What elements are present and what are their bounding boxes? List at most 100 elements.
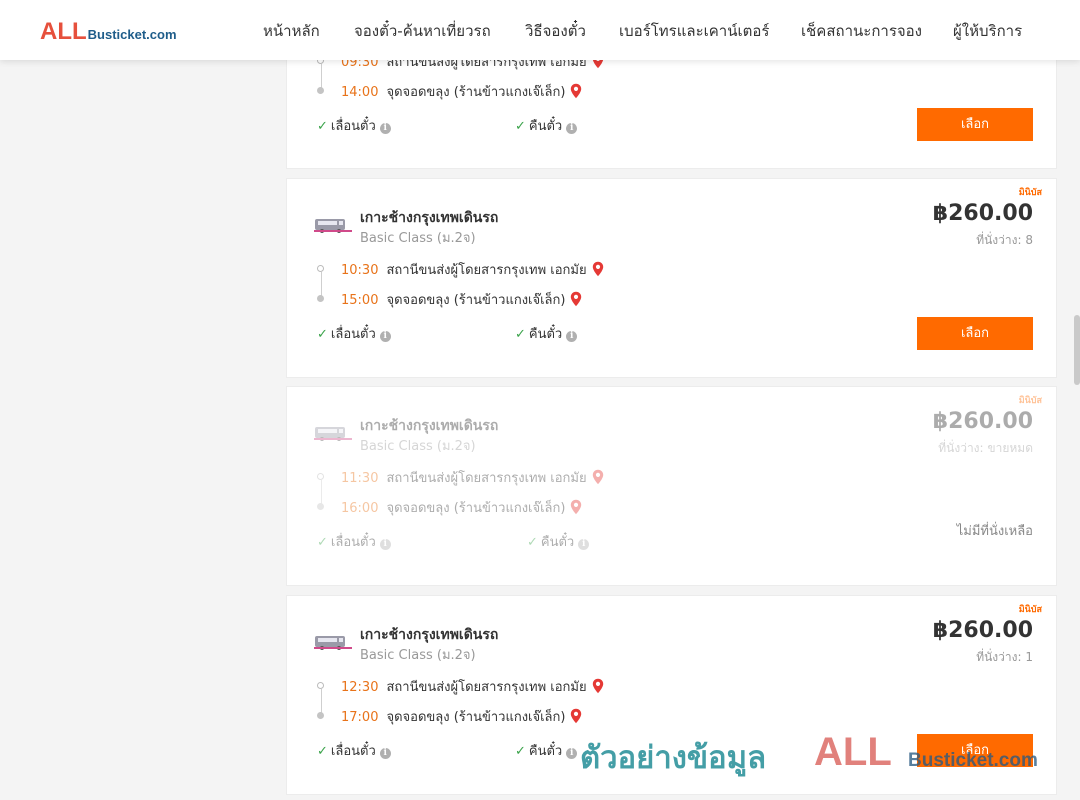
departure-time: 11:30: [341, 471, 379, 486]
arrival-place: จุดจอดขลุง (ร้านข้าวแกงเจ๊เล็ก): [386, 710, 566, 725]
nav-home[interactable]: หน้าหลัก: [263, 19, 320, 43]
vehicle-type-badge: มินิบัส: [1018, 396, 1042, 406]
site-header: ALLBusticket.com หน้าหลัก จองตั๋ว-ค้นหาเ…: [0, 0, 1080, 60]
class-name: Basic Class (ม.2จ): [360, 231, 476, 246]
logo-busticket-text: Busticket.com: [87, 27, 177, 42]
check-icon: ✓: [515, 744, 526, 759]
arrival-time: 14:00: [341, 85, 379, 100]
departure-dot: [317, 265, 324, 272]
perk-refund-label: คืนตั๋ว: [540, 535, 575, 550]
select-trip-button[interactable]: เลือก: [917, 108, 1033, 141]
seats-available: ที่นั่งว่าง: 1: [976, 650, 1033, 664]
perk-refund: ✓ คืนตั๋ว i: [515, 740, 578, 761]
price: ฿260.00: [932, 618, 1033, 643]
price: ฿260.00: [932, 409, 1033, 434]
arrival-dot: [317, 295, 324, 302]
check-icon: ✓: [317, 119, 328, 134]
arrival-time: 15:00: [341, 293, 379, 308]
check-icon: ✓: [317, 327, 328, 342]
site-logo[interactable]: ALLBusticket.com: [40, 18, 177, 46]
perk-reschedule: ✓ เลื่อนตั๋ว i: [317, 115, 391, 136]
departure-time: 12:30: [341, 680, 379, 695]
arrival-time: 16:00: [341, 501, 379, 516]
map-pin-icon[interactable]: [570, 499, 582, 515]
arrival-dot: [317, 712, 324, 719]
bus-logo-icon: [314, 427, 352, 441]
departure-place: สถานีขนส่งผู้โดยสารกรุงเทพ เอกมัย: [386, 680, 587, 695]
nav-contact-counter[interactable]: เบอร์โทรและเคาน์เตอร์: [619, 19, 769, 43]
map-pin-icon[interactable]: [592, 678, 604, 694]
info-icon[interactable]: i: [379, 123, 391, 134]
info-icon[interactable]: i: [379, 539, 391, 550]
nav-how-to-book[interactable]: วิธีจองตั๋ว: [525, 19, 586, 43]
perk-reschedule-label: เลื่อนตั๋ว: [330, 744, 376, 759]
check-icon: ✓: [527, 535, 538, 550]
arrival-dot: [317, 87, 324, 94]
perk-reschedule-label: เลื่อนตั๋ว: [330, 327, 376, 342]
perk-reschedule-label: เลื่อนตั๋ว: [330, 119, 376, 134]
map-pin-icon[interactable]: [592, 261, 604, 277]
bus-logo-icon: [314, 219, 352, 233]
scrollbar-thumb[interactable]: [1074, 315, 1080, 385]
info-icon[interactable]: i: [379, 331, 391, 342]
map-pin-icon[interactable]: [570, 708, 582, 724]
route-name: เกาะช้างกรุงเทพเดินรถ: [360, 418, 499, 434]
price: ฿260.00: [932, 201, 1033, 226]
class-name: Basic Class (ม.2จ): [360, 648, 476, 663]
perk-refund: ✓ คืนตั๋ว i: [527, 531, 590, 552]
route-name: เกาะช้างกรุงเทพเดินรถ: [360, 210, 499, 226]
sold-out-label: ไม่มีที่นั่งเหลือ: [956, 524, 1033, 539]
vehicle-type-badge: มินิบัส: [1018, 188, 1042, 198]
map-pin-icon[interactable]: [592, 469, 604, 485]
perk-refund-label: คืนตั๋ว: [528, 327, 563, 342]
trip-card: มินิบัส เกาะช้างกรุงเทพเดินรถ Basic Clas…: [286, 595, 1057, 795]
trip-card-sold-out: มินิบัส เกาะช้างกรุงเทพเดินรถ Basic Clas…: [286, 386, 1057, 586]
check-icon: ✓: [317, 744, 328, 759]
vehicle-type-badge: มินิบัส: [1018, 605, 1042, 615]
nav-check-booking[interactable]: เช็คสถานะการจอง: [801, 19, 922, 43]
bus-logo-icon: [314, 636, 352, 650]
departure-time: 10:30: [341, 263, 379, 278]
info-icon[interactable]: i: [578, 539, 590, 550]
check-icon: ✓: [317, 535, 328, 550]
info-icon[interactable]: i: [379, 748, 391, 759]
perk-refund: ✓ คืนตั๋ว i: [515, 323, 578, 344]
perk-refund: ✓ คืนตั๋ว i: [515, 115, 578, 136]
arrival-stop: 16:00 จุดจอดขลุง (ร้านข้าวแกงเจ๊เล็ก): [341, 497, 582, 518]
perk-refund-label: คืนตั๋ว: [528, 744, 563, 759]
select-trip-button[interactable]: เลือก: [917, 317, 1033, 350]
nav-booking-search[interactable]: จองตั๋ว-ค้นหาเที่ยวรถ: [354, 19, 491, 43]
info-icon[interactable]: i: [566, 748, 578, 759]
perk-reschedule: ✓ เลื่อนตั๋ว i: [317, 740, 391, 761]
arrival-stop: 15:00 จุดจอดขลุง (ร้านข้าวแกงเจ๊เล็ก): [341, 289, 582, 310]
perk-reschedule-label: เลื่อนตั๋ว: [330, 535, 376, 550]
perk-refund-label: คืนตั๋ว: [528, 119, 563, 134]
arrival-stop: 17:00 จุดจอดขลุง (ร้านข้าวแกงเจ๊เล็ก): [341, 706, 582, 727]
trip-card: มินิบัส เกาะช้างกรุงเทพเดินรถ Basic Clas…: [286, 178, 1057, 378]
departure-dot: [317, 473, 324, 480]
departure-place: สถานีขนส่งผู้โดยสารกรุงเทพ เอกมัย: [386, 263, 587, 278]
nav-operators[interactable]: ผู้ให้บริการ: [953, 19, 1022, 43]
select-trip-button[interactable]: เลือก: [917, 734, 1033, 767]
arrival-place: จุดจอดขลุง (ร้านข้าวแกงเจ๊เล็ก): [386, 85, 566, 100]
map-pin-icon[interactable]: [570, 83, 582, 99]
departure-place: สถานีขนส่งผู้โดยสารกรุงเทพ เอกมัย: [386, 471, 587, 486]
route-name: เกาะช้างกรุงเทพเดินรถ: [360, 627, 499, 643]
info-icon[interactable]: i: [566, 331, 578, 342]
check-icon: ✓: [515, 119, 526, 134]
departure-stop: 10:30 สถานีขนส่งผู้โดยสารกรุงเทพ เอกมัย: [341, 259, 604, 280]
info-icon[interactable]: i: [566, 123, 578, 134]
arrival-place: จุดจอดขลุง (ร้านข้าวแกงเจ๊เล็ก): [386, 293, 566, 308]
class-name: Basic Class (ม.2จ): [360, 439, 476, 454]
logo-all-text: ALL: [40, 18, 87, 45]
arrival-dot: [317, 503, 324, 510]
map-pin-icon[interactable]: [570, 291, 582, 307]
arrival-stop: 14:00 จุดจอดขลุง (ร้านข้าวแกงเจ๊เล็ก): [341, 81, 582, 102]
departure-dot: [317, 682, 324, 689]
check-icon: ✓: [515, 327, 526, 342]
seats-available: ที่นั่งว่าง: ขายหมด: [938, 441, 1033, 455]
arrival-place: จุดจอดขลุง (ร้านข้าวแกงเจ๊เล็ก): [386, 501, 566, 516]
departure-stop: 11:30 สถานีขนส่งผู้โดยสารกรุงเทพ เอกมัย: [341, 467, 604, 488]
perk-reschedule: ✓ เลื่อนตั๋ว i: [317, 531, 391, 552]
arrival-time: 17:00: [341, 710, 379, 725]
